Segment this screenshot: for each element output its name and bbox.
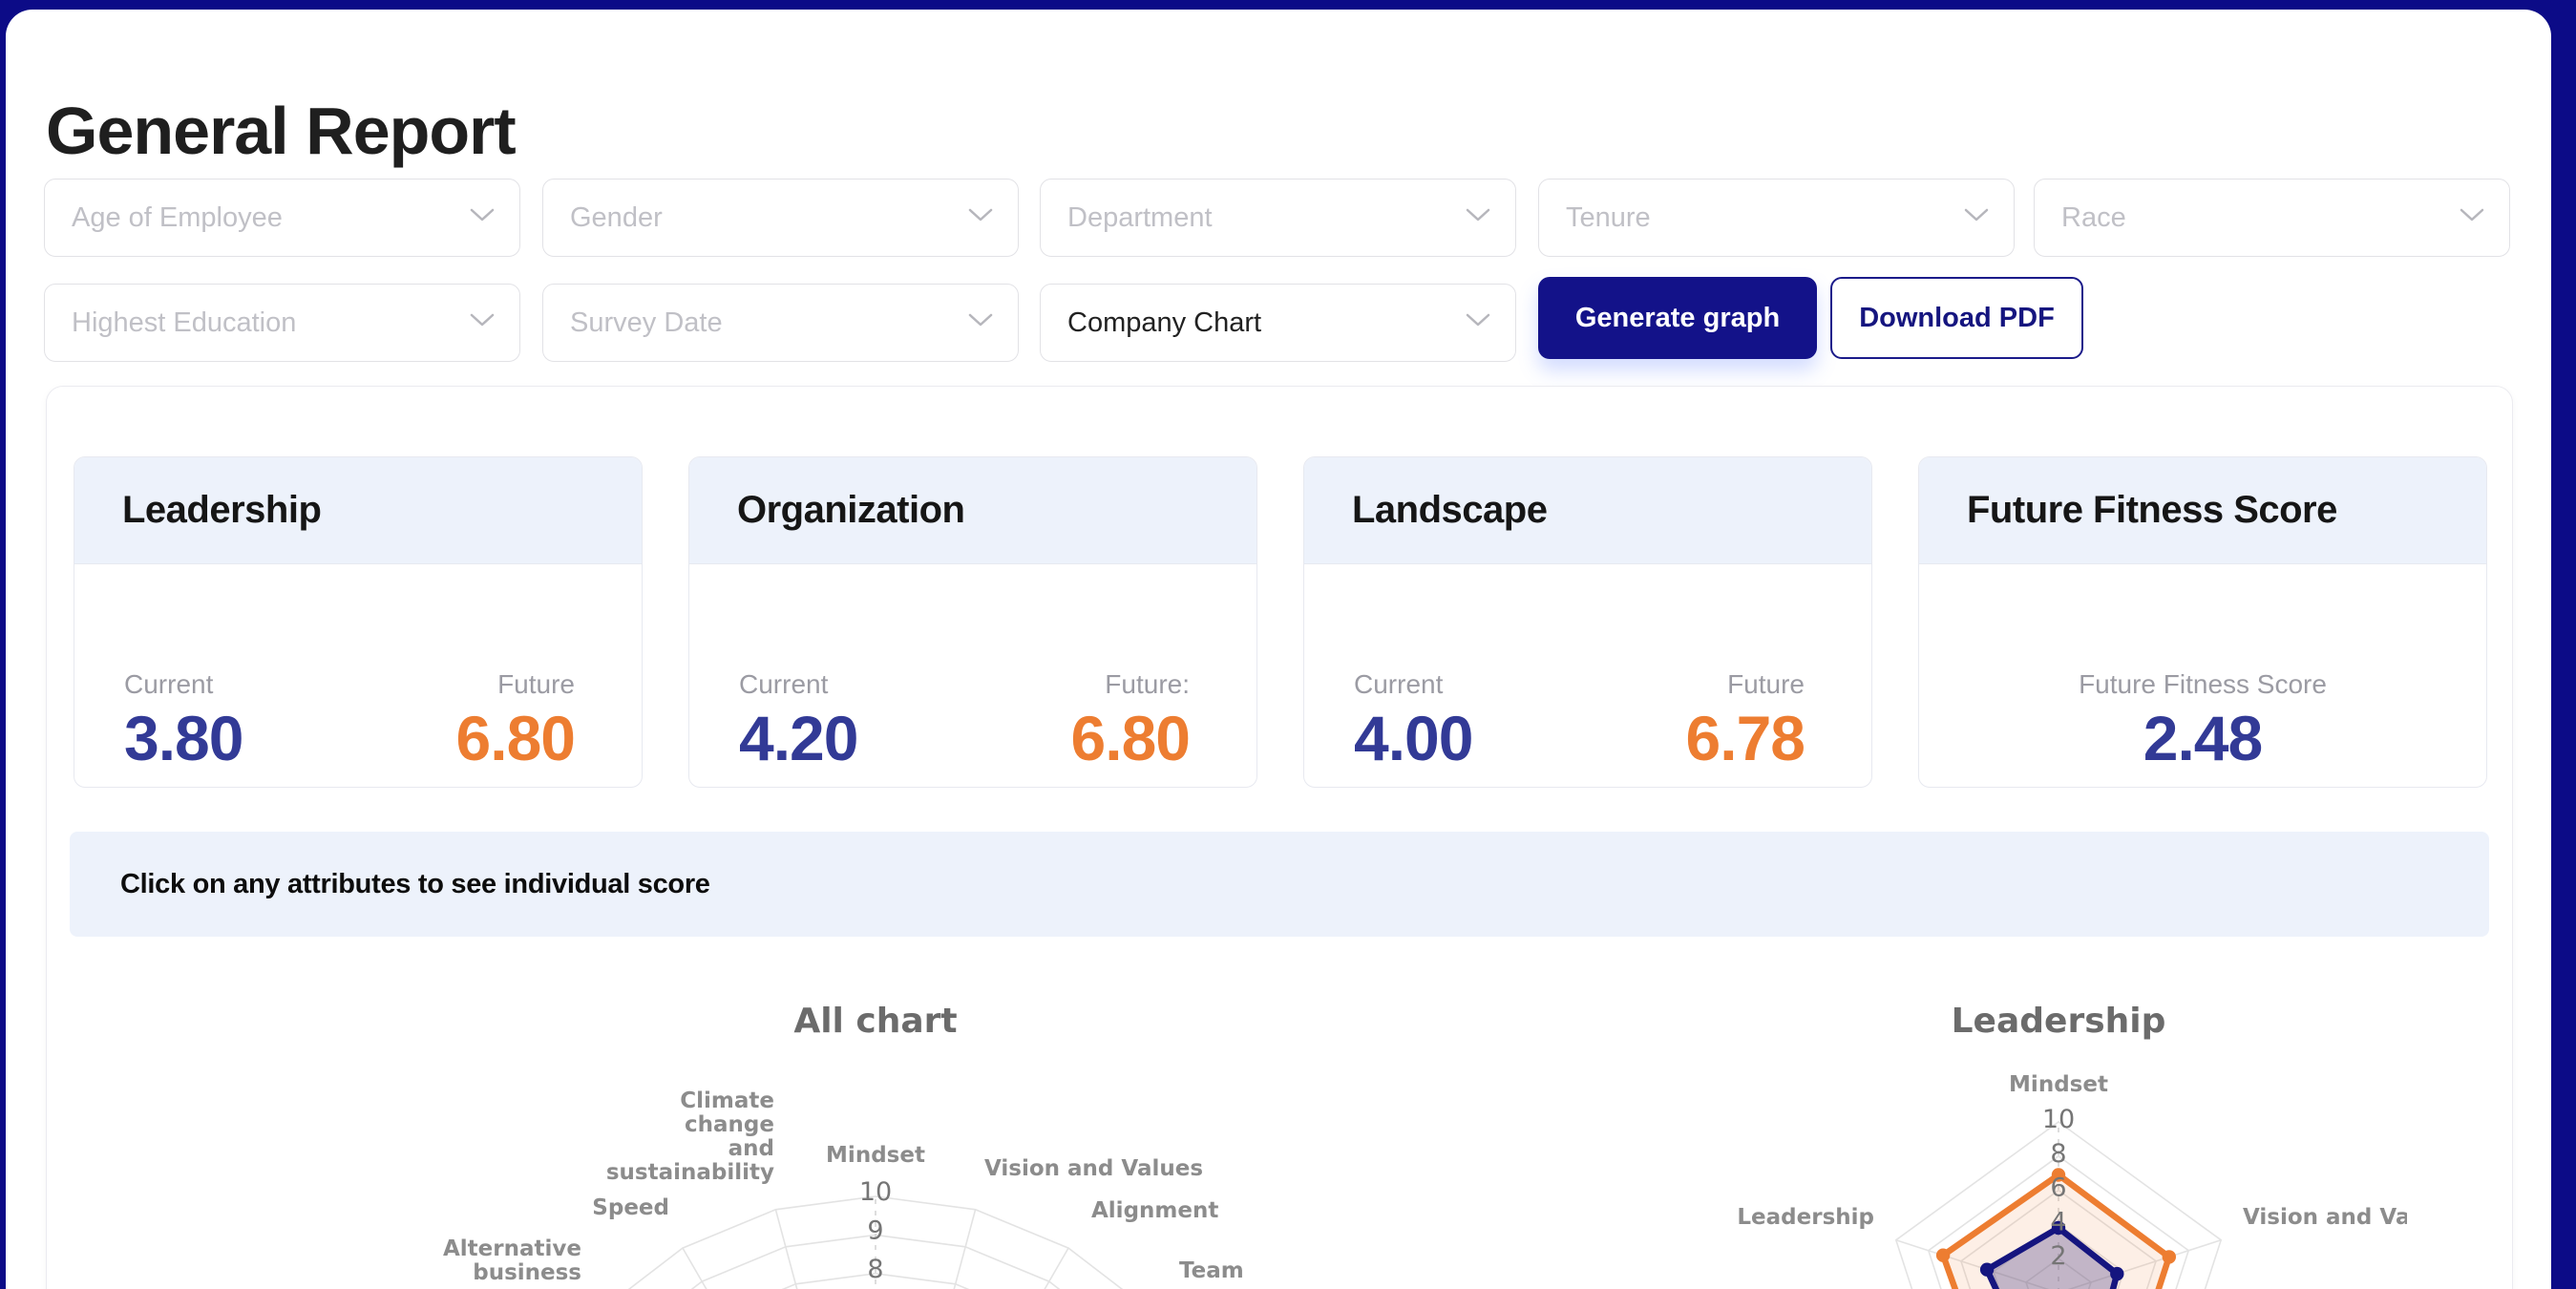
filter-survey-date-placeholder: Survey Date xyxy=(570,307,723,339)
filter-race[interactable]: Race xyxy=(2034,179,2510,257)
current-value: 4.20 xyxy=(739,702,857,774)
current-value: 4.00 xyxy=(1354,702,1472,774)
svg-text:Alternativebusiness: Alternativebusiness xyxy=(443,1236,581,1285)
chevron-down-icon xyxy=(968,208,993,227)
svg-text:Mindset: Mindset xyxy=(826,1143,925,1168)
filter-tenure-placeholder: Tenure xyxy=(1566,202,1651,234)
future-label: Future xyxy=(497,669,575,700)
filter-department[interactable]: Department xyxy=(1040,179,1516,257)
svg-text:Speed: Speed xyxy=(592,1195,669,1220)
future-fitness-label: Future Fitness Score xyxy=(1919,669,2486,700)
filter-highest-education-placeholder: Highest Education xyxy=(72,307,296,339)
chevron-down-icon xyxy=(470,208,495,227)
svg-text:10: 10 xyxy=(859,1177,892,1207)
filter-gender[interactable]: Gender xyxy=(542,179,1019,257)
future-label: Future xyxy=(1727,669,1805,700)
generate-graph-button[interactable]: Generate graph xyxy=(1538,277,1817,359)
content-sheet: General Report Age of Employee Gender De… xyxy=(6,10,2551,1289)
svg-text:2: 2 xyxy=(2050,1241,2066,1271)
svg-text:Leadership: Leadership xyxy=(1952,1002,2166,1041)
svg-text:Alignment: Alignment xyxy=(1091,1198,1218,1223)
svg-text:6: 6 xyxy=(2050,1173,2066,1203)
svg-text:8: 8 xyxy=(867,1255,883,1284)
scorecard-header: Organization xyxy=(689,457,1256,564)
scorecard-title: Future Fitness Score xyxy=(1967,489,2337,532)
future-label: Future: xyxy=(1105,669,1190,700)
filter-department-placeholder: Department xyxy=(1067,202,1213,234)
scorecard-header: Landscape xyxy=(1304,457,1871,564)
current-label: Current xyxy=(739,669,828,700)
download-pdf-button[interactable]: Download PDF xyxy=(1830,277,2083,359)
svg-text:10: 10 xyxy=(2042,1105,2075,1134)
scorecard-organization: Organization Current Future: 4.20 6.80 xyxy=(688,456,1257,788)
scorecard-header: Leadership xyxy=(74,457,642,564)
banner-text: Click on any attributes to see individua… xyxy=(120,869,710,900)
scorecard-title: Leadership xyxy=(122,489,321,532)
svg-text:Leadership: Leadership xyxy=(1737,1205,1874,1230)
chart-type-value: Company Chart xyxy=(1067,307,1261,339)
filter-age-of-employee[interactable]: Age of Employee xyxy=(44,179,520,257)
scorecard-leadership: Leadership Current Future 3.80 6.80 xyxy=(74,456,643,788)
chevron-down-icon xyxy=(1466,208,1490,227)
future-value: 6.80 xyxy=(1071,702,1190,774)
filter-race-placeholder: Race xyxy=(2061,202,2126,234)
filter-survey-date[interactable]: Survey Date xyxy=(542,284,1019,362)
scorecard-title: Landscape xyxy=(1352,489,1547,532)
filter-age-of-employee-placeholder: Age of Employee xyxy=(72,202,283,234)
leadership-radar[interactable]: 10 8 6 4 2 Mindset Vision and Values Leadership… xyxy=(1710,994,2407,1289)
current-value: 3.80 xyxy=(124,702,243,774)
all-chart-radar[interactable]: 10 9 8 Mindset Vision and Values Alignment Tea… xyxy=(383,994,1366,1289)
filter-highest-education[interactable]: Highest Education xyxy=(44,284,520,362)
svg-text:All chart: All chart xyxy=(793,1002,957,1041)
scorecard-landscape: Landscape Current Future 4.00 6.78 xyxy=(1303,456,1872,788)
chevron-down-icon xyxy=(1466,313,1490,332)
filter-tenure[interactable]: Tenure xyxy=(1538,179,2015,257)
app-window: General Report Age of Employee Gender De… xyxy=(0,0,2576,1289)
chevron-down-icon xyxy=(2460,208,2484,227)
svg-text:9: 9 xyxy=(867,1215,883,1245)
svg-text:Vision and Values: Vision and Values xyxy=(2243,1205,2407,1230)
scorecard-future-fitness: Future Fitness Score Future Fitness Scor… xyxy=(1918,456,2487,788)
future-value: 6.80 xyxy=(456,702,575,774)
svg-text:4: 4 xyxy=(2050,1207,2066,1236)
svg-text:Vision and Values: Vision and Values xyxy=(984,1156,1203,1181)
chart-type-select[interactable]: Company Chart xyxy=(1040,284,1516,362)
report-card: Leadership Current Future 3.80 6.80 Orga… xyxy=(46,386,2513,1289)
scorecard-header: Future Fitness Score xyxy=(1919,457,2486,564)
svg-text:Team: Team xyxy=(1179,1258,1244,1283)
attributes-info-banner: Click on any attributes to see individua… xyxy=(70,832,2489,937)
chevron-down-icon xyxy=(470,313,495,332)
future-value: 6.78 xyxy=(1686,702,1805,774)
chevron-down-icon xyxy=(968,313,993,332)
current-label: Current xyxy=(124,669,213,700)
svg-text:Mindset: Mindset xyxy=(2009,1072,2108,1097)
svg-text:Climatechangeandsustainability: Climatechangeandsustainability xyxy=(606,1088,774,1185)
page-title: General Report xyxy=(46,93,516,169)
future-fitness-value: 2.48 xyxy=(1919,702,2486,774)
chevron-down-icon xyxy=(1964,208,1989,227)
svg-text:8: 8 xyxy=(2050,1139,2066,1169)
current-label: Current xyxy=(1354,669,1443,700)
scorecard-title: Organization xyxy=(737,489,964,532)
filter-gender-placeholder: Gender xyxy=(570,202,663,234)
